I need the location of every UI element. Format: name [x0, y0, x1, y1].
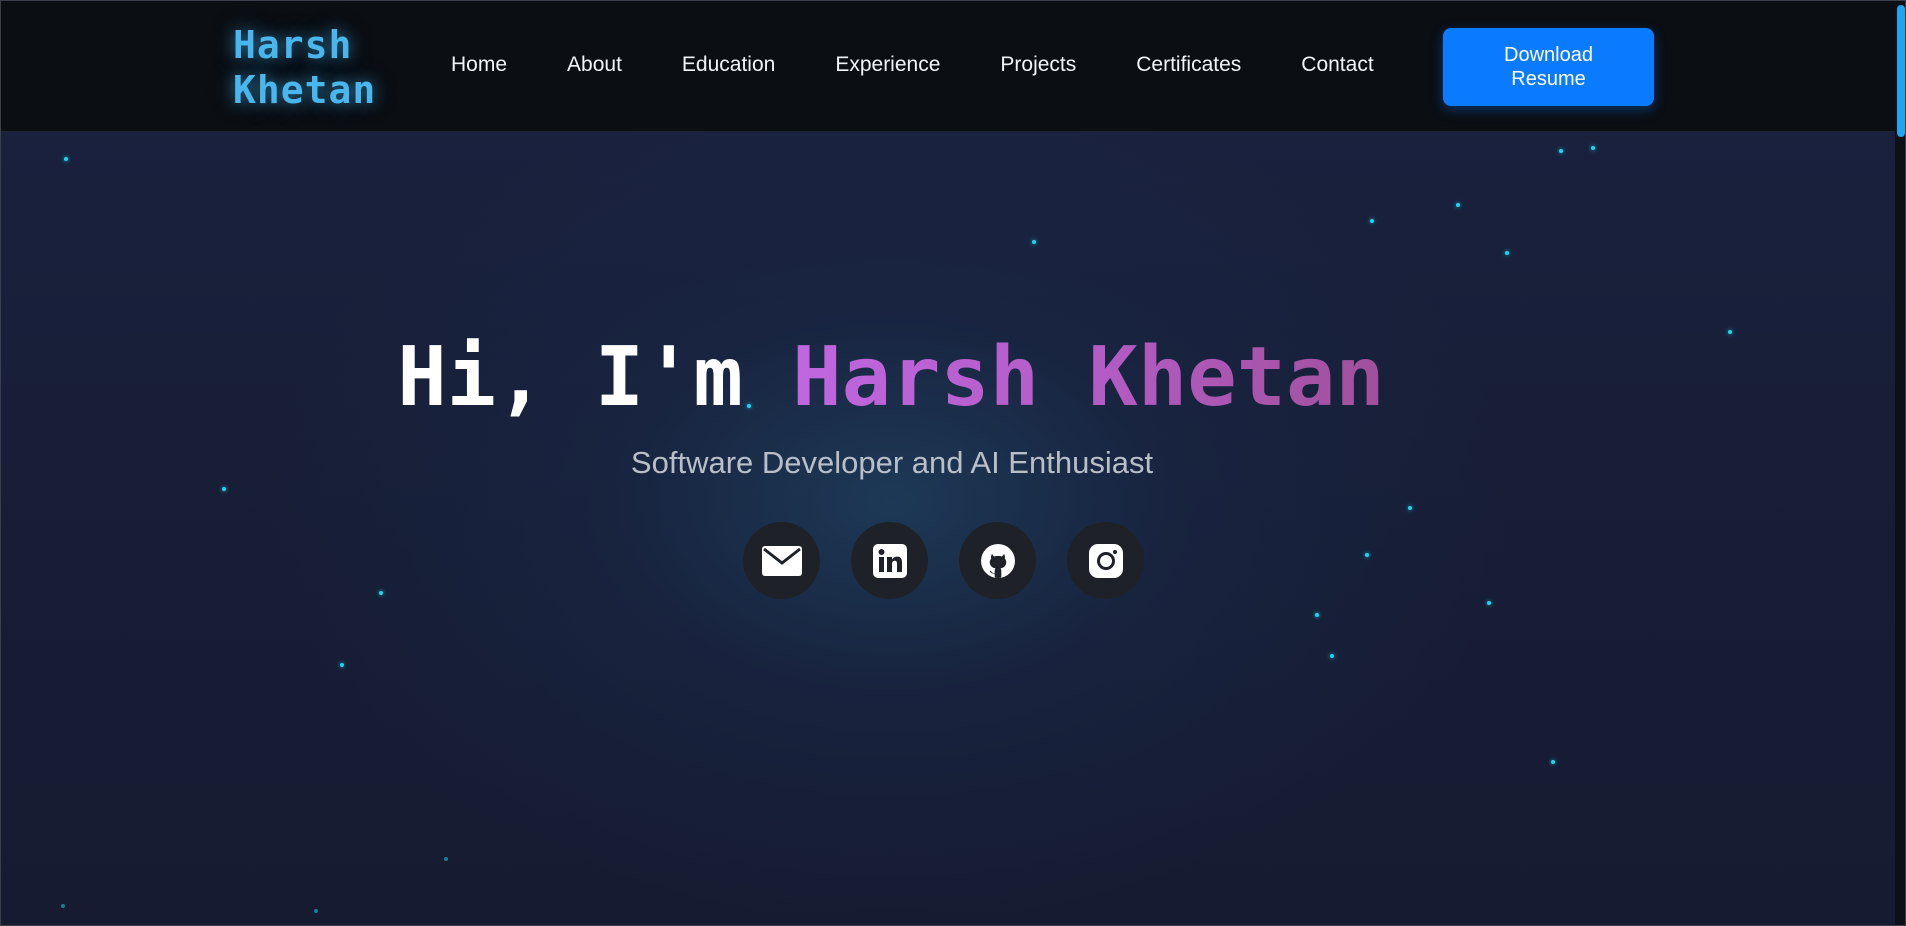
hero-subtitle: Software Developer and AI Enthusiast: [630, 445, 1154, 480]
instagram-icon: [1088, 543, 1123, 578]
social-links: [743, 522, 1144, 599]
particle: [314, 909, 318, 913]
github-icon: [980, 543, 1015, 578]
site-logo[interactable]: Harsh Khetan: [233, 23, 393, 113]
particle: [1487, 601, 1491, 605]
particle: [1591, 146, 1595, 150]
page-scrollbar[interactable]: [1895, 1, 1905, 925]
email-link[interactable]: [743, 522, 820, 599]
particle: [1408, 506, 1412, 510]
nav-experience[interactable]: Experience: [835, 53, 940, 77]
instagram-link[interactable]: [1067, 522, 1144, 599]
particle: [1330, 654, 1334, 658]
particle: [222, 487, 226, 491]
particle: [1551, 760, 1555, 764]
particle: [1505, 251, 1509, 255]
download-resume-label: Download Resume: [1504, 44, 1593, 90]
particle: [1365, 553, 1369, 557]
particle: [1315, 613, 1319, 617]
hero-greeting: Hi, I'm: [397, 330, 793, 425]
particle: [61, 904, 65, 908]
linkedin-link[interactable]: [851, 522, 928, 599]
nav-home[interactable]: Home: [451, 53, 507, 77]
particle: [64, 157, 68, 161]
particle: [1559, 149, 1563, 153]
particle: [340, 663, 344, 667]
particle: [1370, 219, 1374, 223]
mail-icon: [761, 545, 802, 576]
github-link[interactable]: [959, 522, 1036, 599]
particle: [379, 591, 383, 595]
hero-name: Harsh Khetan: [792, 330, 1385, 425]
nav-certificates[interactable]: Certificates: [1136, 53, 1241, 77]
download-resume-button[interactable]: Download Resume: [1443, 28, 1654, 106]
particle: [444, 857, 448, 861]
portfolio-page: Harsh Khetan Home About Education Experi…: [0, 0, 1906, 926]
particle: [1456, 203, 1460, 207]
linkedin-icon: [872, 543, 907, 578]
nav-education[interactable]: Education: [682, 53, 775, 77]
nav-contact[interactable]: Contact: [1301, 53, 1373, 77]
main-nav: Home About Education Experience Projects…: [451, 51, 1374, 79]
navbar: Harsh Khetan Home About Education Experi…: [1, 1, 1895, 132]
hero-title: Hi, I'm Harsh Khetan: [1, 323, 1781, 433]
scrollbar-thumb[interactable]: [1897, 5, 1905, 137]
nav-projects[interactable]: Projects: [1000, 53, 1076, 77]
particle: [1032, 240, 1036, 244]
nav-about[interactable]: About: [567, 53, 622, 77]
